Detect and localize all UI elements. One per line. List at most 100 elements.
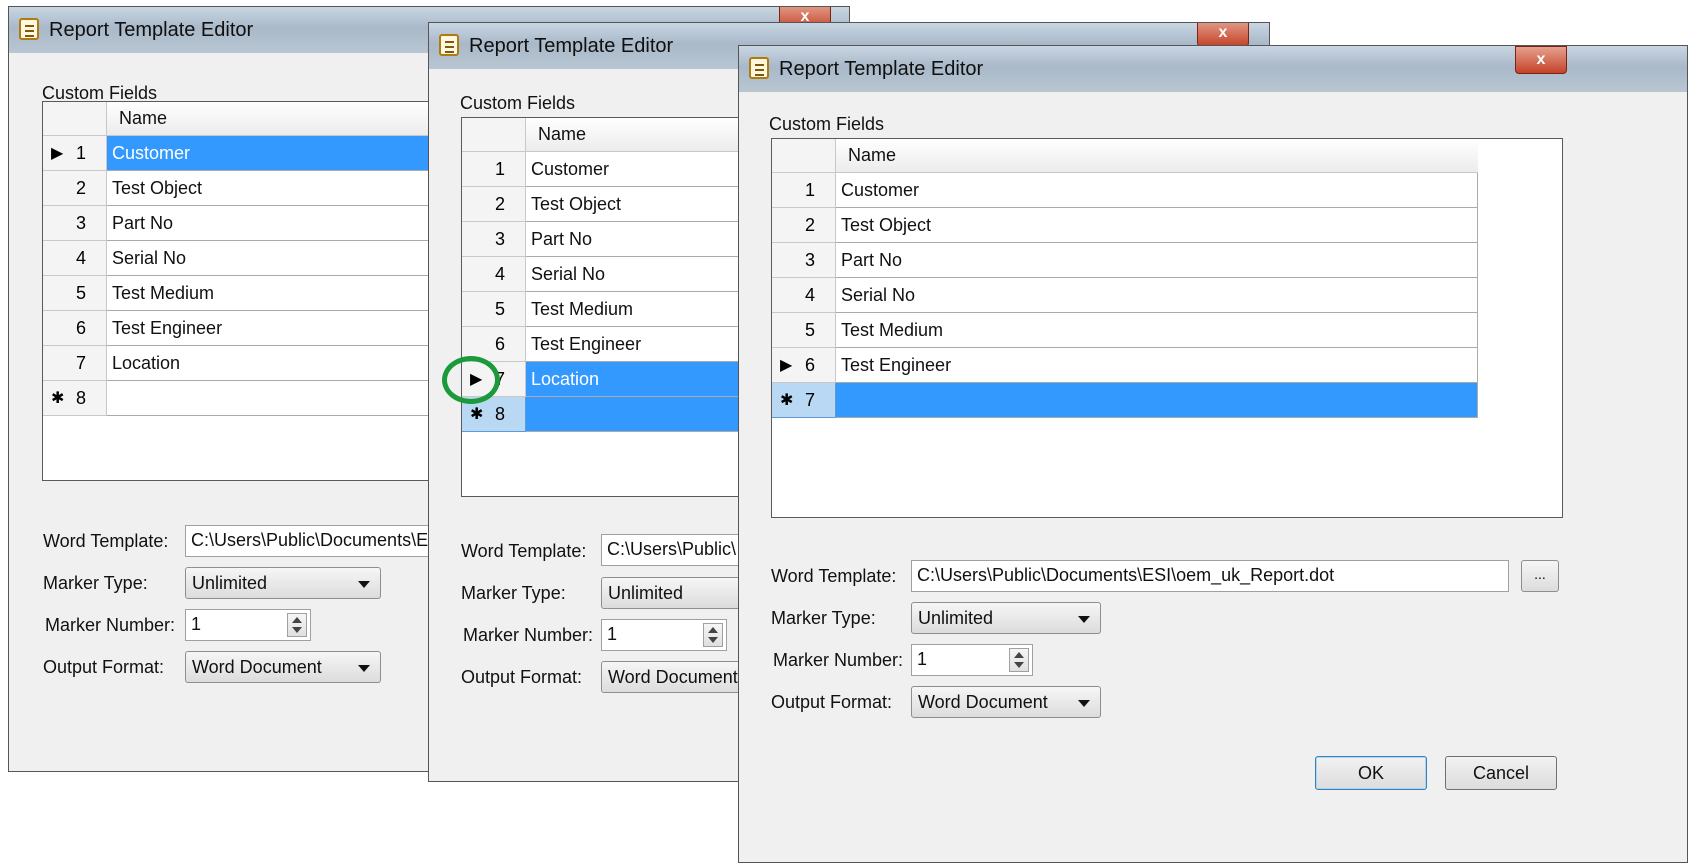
row-header[interactable]: 3 xyxy=(43,206,107,241)
table-row[interactable]: 2 Test Object xyxy=(772,208,1562,243)
row-header[interactable]: ✱ 7 xyxy=(772,383,836,418)
chevron-down-icon xyxy=(1078,700,1090,707)
report-template-icon xyxy=(439,34,459,56)
row-header[interactable]: 5 xyxy=(43,276,107,311)
dialog-client-area: Custom Fields Name 1 Customer 2 Test Object… xyxy=(747,92,1687,854)
row-header[interactable]: 3 xyxy=(462,222,526,257)
chevron-down-icon xyxy=(358,581,370,588)
row-header[interactable]: 4 xyxy=(462,257,526,292)
word-template-label: Word Template: xyxy=(43,531,169,551)
row-header[interactable]: ▶ 1 xyxy=(43,136,107,171)
report-template-editor-window-3: Report Template Editor x Custom Fields N… xyxy=(738,45,1688,863)
marker-number-value: 1 xyxy=(917,649,928,669)
title-bar[interactable]: Report Template Editor x xyxy=(739,46,1687,92)
marker-number-stepper[interactable]: 1 xyxy=(601,619,727,651)
row-number: 7 xyxy=(75,353,86,373)
current-row-icon: ▶ xyxy=(51,145,64,162)
row-number: 4 xyxy=(494,264,505,284)
row-header[interactable]: 1 xyxy=(462,152,526,187)
grid-corner[interactable] xyxy=(462,118,526,152)
ok-button[interactable]: OK xyxy=(1315,756,1427,790)
cancel-button[interactable]: Cancel xyxy=(1445,756,1557,790)
name-cell[interactable] xyxy=(836,383,1478,418)
row-header[interactable]: 2 xyxy=(772,208,836,243)
output-format-value: Word Document xyxy=(192,657,322,677)
name-cell[interactable]: Test Medium xyxy=(836,313,1478,348)
close-icon[interactable]: x xyxy=(1515,46,1567,74)
marker-type-label: Marker Type: xyxy=(771,608,876,628)
row-header[interactable]: 2 xyxy=(462,187,526,222)
row-header[interactable]: 6 xyxy=(43,311,107,346)
table-row[interactable]: 5 Test Medium xyxy=(772,313,1562,348)
row-header[interactable]: 7 xyxy=(43,346,107,381)
current-row-icon: ▶ xyxy=(780,357,793,374)
table-row[interactable]: ▶ 6 Test Engineer xyxy=(772,348,1562,383)
output-format-dropdown[interactable]: Word Document xyxy=(911,686,1101,718)
word-template-label: Word Template: xyxy=(771,566,897,586)
window-title: Report Template Editor xyxy=(49,19,254,41)
marker-type-dropdown[interactable]: Unlimited xyxy=(185,567,381,599)
table-row[interactable]: 1 Customer xyxy=(772,173,1562,208)
row-header[interactable]: 3 xyxy=(772,243,836,278)
chevron-down-icon xyxy=(358,665,370,672)
row-header[interactable]: ✱ 8 xyxy=(43,381,107,416)
row-header[interactable]: ▶ 6 xyxy=(772,348,836,383)
grid-header: Name xyxy=(772,139,1562,173)
spin-buttons[interactable] xyxy=(703,623,723,647)
output-format-dropdown[interactable]: Word Document xyxy=(185,651,381,683)
row-number: 3 xyxy=(494,229,505,249)
output-format-value: Word Document xyxy=(608,667,738,687)
report-template-icon xyxy=(749,57,769,79)
name-cell[interactable]: Test Engineer xyxy=(836,348,1478,383)
name-cell[interactable]: Test Object xyxy=(836,208,1478,243)
row-number: 5 xyxy=(494,299,505,319)
marker-number-value: 1 xyxy=(191,614,202,634)
row-number: 5 xyxy=(75,283,86,303)
row-number: 2 xyxy=(75,178,86,198)
spin-up-icon xyxy=(708,627,718,633)
table-row[interactable]: 3 Part No xyxy=(772,243,1562,278)
row-header[interactable]: 2 xyxy=(43,171,107,206)
marker-type-value: Unlimited xyxy=(918,608,994,628)
output-format-label: Output Format: xyxy=(461,667,583,687)
name-column-header[interactable]: Name xyxy=(836,139,1478,173)
row-number: 4 xyxy=(75,248,86,268)
row-number: 6 xyxy=(494,334,505,354)
row-number: 8 xyxy=(494,404,505,424)
marker-number-label: Marker Number: xyxy=(773,650,904,670)
chevron-down-icon xyxy=(1078,616,1090,623)
row-number: 2 xyxy=(494,194,505,214)
word-template-label: Word Template: xyxy=(461,541,587,561)
marker-number-label: Marker Number: xyxy=(45,615,176,635)
grid-corner[interactable] xyxy=(772,139,836,173)
marker-type-value: Unlimited xyxy=(608,583,684,603)
marker-type-dropdown[interactable]: Unlimited xyxy=(911,602,1101,634)
row-number: 1 xyxy=(75,143,86,163)
row-header[interactable]: 5 xyxy=(462,292,526,327)
spin-down-icon xyxy=(1014,662,1024,668)
name-cell[interactable]: Serial No xyxy=(836,278,1478,313)
browse-button[interactable]: ... xyxy=(1521,560,1559,592)
marker-number-stepper[interactable]: 1 xyxy=(911,644,1033,676)
word-template-input[interactable]: C:\Users\Public\Documents\ESI\oem_uk_Rep… xyxy=(911,560,1509,592)
grid-corner[interactable] xyxy=(43,102,107,136)
spin-buttons[interactable] xyxy=(287,613,307,637)
row-header[interactable]: 5 xyxy=(772,313,836,348)
custom-fields-grid[interactable]: Name 1 Customer 2 Test Object 3 Part No 4 Seria… xyxy=(771,138,1563,518)
close-icon[interactable]: x xyxy=(1197,23,1249,47)
spin-buttons[interactable] xyxy=(1009,648,1029,672)
marker-type-label: Marker Type: xyxy=(461,583,566,603)
row-header[interactable]: 4 xyxy=(43,241,107,276)
table-row[interactable]: 4 Serial No xyxy=(772,278,1562,313)
custom-fields-label: Custom Fields xyxy=(460,93,576,113)
output-format-label: Output Format: xyxy=(771,692,893,712)
annotation-circle xyxy=(442,356,500,404)
name-cell[interactable]: Part No xyxy=(836,243,1478,278)
marker-number-stepper[interactable]: 1 xyxy=(185,609,311,641)
row-number: 4 xyxy=(804,285,815,305)
name-cell[interactable]: Customer xyxy=(836,173,1478,208)
table-row[interactable]: ✱ 7 xyxy=(772,383,1562,418)
row-number: 5 xyxy=(804,320,815,340)
row-header[interactable]: 4 xyxy=(772,278,836,313)
row-header[interactable]: 1 xyxy=(772,173,836,208)
